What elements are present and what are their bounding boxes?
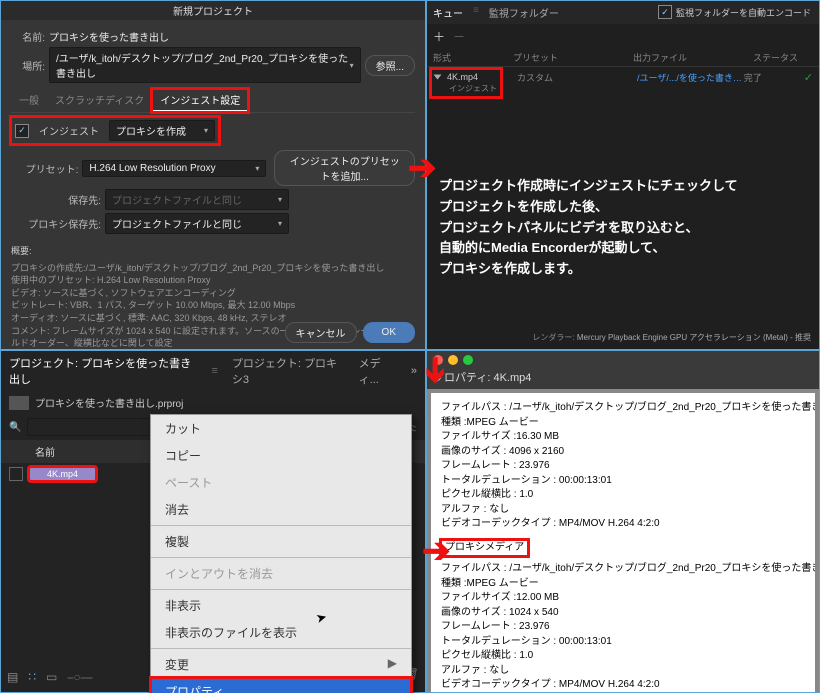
add-icon[interactable]: ＋ [433,28,445,45]
name-value[interactable]: プロキシを使った書き出し [49,29,415,44]
freeform-view-icon[interactable]: ▭ [46,670,57,685]
zoom-icon[interactable] [463,355,473,365]
cancel-button[interactable]: キャンセル [285,322,357,343]
save-dropdown[interactable]: プロジェクトファイルと同じ [105,189,289,210]
list-view-icon[interactable]: ▤ [7,670,18,685]
check-icon: ✓ [804,71,813,84]
arrow-annotation-2: ➔ [415,356,455,385]
properties-window: プロパティ: 4K.mp4 ファイルパス : /ユーザ/k_itoh/デスクトッ… [426,350,820,693]
tab-general[interactable]: 一般 [11,89,47,112]
save-label: 保存先: [11,192,101,207]
context-menu: カット コピー ペースト 消去 複製 インとアウトを消去 非表示 非表示のファイ… [150,414,412,693]
media-encoder-panel: キュー ≡ 監視フォルダー 監視フォルダーを自動エンコード ＋ － 形式プリセッ… [426,0,820,350]
menu-copy[interactable]: コピー [151,442,411,469]
location-dropdown[interactable]: /ユーザ/k_itoh/デスクトップ/ブログ_2nd_Pr20_プロキシを使った… [49,47,361,83]
queue-header: 形式プリセット出力ファイルステータス [427,49,819,67]
menu-hide[interactable]: 非表示 [151,592,411,619]
annotation-text: プロジェクト作成時にインジェストにチェックして プロジェクトを作成した後、 プロ… [439,176,807,280]
summary-heading: 概要: [1,243,425,260]
proxy-save-dropdown[interactable]: プロジェクトファイルと同じ [105,213,289,234]
icon-view-icon[interactable]: ∷ [28,670,36,685]
browse-button[interactable]: 参照... [365,55,415,76]
proxy-save-label: プロキシ保存先: [11,216,101,231]
auto-encode-checkbox[interactable] [658,5,672,19]
menu-modify[interactable]: 変更▶ [151,651,411,678]
tab-media[interactable]: メディ... [359,355,397,387]
preset-dropdown[interactable]: H.264 Low Resolution Proxy [82,160,266,177]
new-project-dialog: 新規プロジェクト 名前: プロキシを使った書き出し 場所: /ユーザ/k_ito… [0,0,426,350]
window-title: プロパティ: 4K.mp4 [427,369,819,389]
properties-body: ファイルパス : /ユーザ/k_itoh/デスクトップ/ブログ_2nd_Pr20… [431,393,815,693]
menu-properties[interactable]: プロパティ... [151,678,411,693]
clip-item[interactable]: 4K.mp4 [29,467,96,481]
menu-clear-inout: インとアウトを消去 [151,560,411,587]
remove-icon[interactable]: － [453,28,465,45]
menu-cut[interactable]: カット [151,415,411,442]
select-checkbox[interactable] [9,467,23,481]
menu-duplicate[interactable]: 複製 [151,528,411,555]
arrow-annotation-3: ➔ [422,531,451,571]
menu-show-hidden[interactable]: 非表示のファイルを表示 [151,619,411,646]
proxy-media-heading: プロキシメディア [441,540,528,557]
settings-tabs: 一般 スクラッチディスク インジェスト設定 [11,89,415,113]
queue-preset: カスタム [517,71,637,84]
add-preset-button[interactable]: インジェストのプリセットを追加... [274,150,415,186]
dialog-title: 新規プロジェクト [1,1,425,20]
menu-clear[interactable]: 消去 [151,496,411,523]
queue-output[interactable]: /ユーザ/.../を使った書き出し/Proxies/4K_Proxy.mp4 [637,71,744,84]
auto-encode-label: 監視フォルダーを自動エンコード [676,6,811,19]
tab-ingest[interactable]: インジェスト設定 [152,89,248,112]
tab-watch[interactable]: 監視フォルダー [489,5,559,20]
search-icon[interactable]: 🔍 [9,422,21,433]
tab-scratch[interactable]: スクラッチディスク [47,89,152,112]
tab-queue[interactable]: キュー [433,5,463,20]
tab-project-2[interactable]: プロジェクト: プロキシ3 [232,355,345,387]
queue-status: 完了 [744,71,804,84]
project-thumb [9,396,29,410]
menu-paste: ペースト [151,469,411,496]
zoom-slider[interactable]: ⎯○⎯⎯ [67,670,92,685]
location-label: 場所: [11,58,45,73]
disclosure-icon[interactable] [434,75,442,80]
renderer-label: レンダラー: [532,333,574,342]
name-label: 名前: [11,29,45,44]
ingest-mode-dropdown[interactable]: プロキシを作成 [109,120,215,141]
ingest-checkbox[interactable] [15,124,29,138]
ingest-label: インジェスト [39,123,99,138]
tab-project-active[interactable]: プロジェクト: プロキシを使った書き出し [9,355,197,387]
arrow-annotation-1: ➔ [408,148,437,188]
renderer-value[interactable]: Mercury Playback Engine GPU アクセラレーション (M… [577,333,811,342]
preset-label: プリセット: [11,161,78,176]
project-file-name: プロキシを使った書き出し.prproj [35,395,417,410]
ok-button[interactable]: OK [363,322,415,343]
